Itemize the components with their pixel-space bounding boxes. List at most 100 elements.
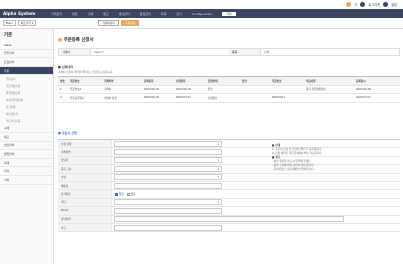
sidebar-item-label: 재고 — [4, 134, 10, 139]
column-header: 주문번호 — [272, 79, 282, 83]
radio-option[interactable]: 없음 — [126, 192, 136, 196]
column-header: 거래처명 — [104, 79, 114, 83]
sidebar-item[interactable]: 업무관리 › — [0, 50, 53, 59]
gear-icon[interactable] — [383, 2, 389, 7]
text-field[interactable] — [114, 149, 222, 156]
text-field[interactable] — [114, 182, 222, 189]
sidebar-item[interactable]: 생산관리 › — [0, 142, 53, 151]
topnav-item[interactable]: 재고 — [103, 12, 109, 16]
table-cell: 2020.06.18 — [144, 87, 159, 91]
column-header: 등록일자 — [144, 79, 154, 83]
chevron-down-icon: ▾ — [217, 158, 219, 163]
sidebar-item[interactable]: 기타 › — [0, 176, 53, 185]
chevron-down-icon: ▾ — [217, 141, 219, 146]
section-description: 거래처 신청서 내역을 확인하고 주문을 등록합니다. — [58, 71, 114, 74]
tab-order[interactable]: 주문관리 — [120, 20, 140, 26]
column-header: 담당 — [242, 79, 247, 83]
sidebar: 기준 Sales › 업무관리 › 요청관리 › 주문 주문등록 주문현황조회 발행현황조회 미지급… — [0, 29, 54, 264]
form-label: 수량 — [58, 173, 112, 181]
form-row: 수량 ▾ — [58, 173, 400, 182]
select-field[interactable]: ▾ — [114, 174, 222, 181]
sidebar-item-label: Sales — [4, 42, 12, 47]
search-input-2[interactable]: 검색 — [261, 49, 399, 55]
select-field[interactable]: ▾ — [114, 165, 222, 172]
util-logout[interactable]: 로그아웃 — [368, 2, 380, 7]
form-row: 기타 ▾ — [58, 198, 400, 208]
sidebar-subitem[interactable]: 주문현황조회 — [0, 82, 53, 89]
sidebar-item[interactable]: 재고 › — [0, 133, 53, 142]
section-title-history: ■ 신청내역 — [58, 65, 73, 69]
text-field[interactable] — [114, 207, 222, 214]
table-header-row: 번호 주문번호 거래처명 등록일자 신청일자 진행상태 담당 주문번호 적요사항 등록일시 — [58, 77, 400, 86]
form-row: 납기일자 있음 없음 — [58, 190, 400, 199]
util-user[interactable]: 가 — [354, 2, 357, 7]
page-title: ■ 주문등록 신청서 — [58, 37, 94, 43]
form-label: 납기일자 — [58, 190, 112, 198]
topnav-item[interactable]: 회계 — [161, 12, 167, 16]
chevron-right-icon: › — [48, 126, 50, 131]
logout-icon[interactable] — [360, 2, 366, 7]
text-field[interactable] — [114, 216, 344, 223]
form-row: 배송지 — [58, 181, 400, 191]
column-header: 등록일시 — [356, 79, 366, 83]
topnav-item[interactable]: 인사 — [176, 12, 182, 16]
topnav-item[interactable]: 영업 — [72, 12, 78, 16]
sidebar-item[interactable]: 요청관리 › — [0, 58, 53, 67]
topnav-item[interactable]: Configuration — [192, 12, 212, 16]
form-row: 첨부파일 — [58, 215, 400, 224]
topnav-item[interactable]: 구매 — [88, 12, 94, 16]
brand-logo[interactable]: Alpha System — [0, 11, 45, 16]
form-row: 비고 — [58, 223, 400, 233]
topnav-item[interactable]: 품질관리 — [140, 12, 151, 16]
topnav-item[interactable]: 기타 — [222, 11, 236, 16]
radio-group: 있음 없음 — [115, 192, 136, 196]
table-row[interactable]: 2 주문등록일시 거래처 분류 2020.06.18 2020.07.01 신청완료 202… — [58, 94, 400, 103]
chevron-down-icon: ▾ — [217, 200, 219, 205]
column-header: 진행상태 — [208, 79, 218, 83]
sidebar-item-label: 업무관리 — [4, 51, 15, 56]
section-title-apply: ■ 주문서 신청 — [58, 131, 77, 135]
sidebar-subitem[interactable]: 미지급발행현황 — [0, 96, 53, 103]
sidebar-item-label: 생산관리 — [4, 143, 15, 148]
sidebar-item[interactable]: 구매 › — [0, 124, 53, 133]
select-field[interactable]: ▾ — [114, 140, 222, 147]
select-field[interactable]: ▾ — [114, 157, 222, 164]
sidebar-subitem[interactable]: 주문관리조회 — [0, 117, 53, 124]
sidebar-item[interactable]: 회계 › — [0, 159, 53, 168]
topnav-item[interactable]: 거래관리 — [51, 12, 62, 16]
search-input[interactable]: Search — [91, 49, 229, 55]
shortcut-dropdown[interactable]: 바로가기 ▾ — [17, 20, 37, 26]
main-content: ■ 주문등록 신청서 거래처 Search 품목 검색 ■ 신청내역 거래처 신… — [55, 29, 401, 264]
sidebar-subitem[interactable]: 발행현황조회 — [0, 89, 53, 96]
sidebar-item[interactable]: 영업관리 › — [0, 150, 53, 159]
select-field[interactable]: ▾ — [114, 199, 222, 206]
table-cell: 신청완료 — [208, 96, 218, 100]
table-cell: 2020.06.18 — [356, 87, 371, 91]
sidebar-item[interactable]: 주문 — [0, 66, 53, 76]
form-row: Email — [58, 207, 400, 216]
tab-client[interactable]: 거래처관리 — [98, 20, 119, 26]
sidebar-item[interactable]: Sales › — [0, 41, 53, 50]
table-cell: 주문번호A — [70, 88, 82, 92]
topnav-item[interactable]: 생산관리 — [119, 12, 130, 16]
chevron-right-icon: › — [48, 51, 50, 56]
sidebar-subitem[interactable]: 세금계산서 — [0, 110, 53, 117]
utility-bar: 가 로그아웃 설정 — [0, 0, 403, 9]
text-field[interactable] — [114, 224, 222, 231]
form-label: 비고 — [58, 223, 112, 232]
util-settings[interactable]: 설정 — [391, 2, 397, 7]
table-cell: 1 — [60, 87, 62, 91]
chevron-right-icon: › — [48, 134, 50, 139]
main-button[interactable]: Main — [3, 20, 16, 26]
radio-label: 있음 — [119, 193, 124, 197]
notes-line: - 문의사항은 담당자에게 연락바랍니다. — [272, 168, 315, 171]
table-cell: 접수 — [208, 88, 213, 92]
notification-icon[interactable] — [346, 2, 352, 7]
sidebar-subitem[interactable]: 입금현황 — [0, 103, 53, 110]
table-cell: 주문등록일시 — [70, 96, 85, 100]
guide-notes: ■ 안내 1. 주문서 신청 후 담당자 확인 후 등록됩니다. 2. 신청 내… — [272, 144, 400, 172]
table-row[interactable]: 1 주문번호A 거래처 2020.06.18 2020.06.18 접수 품목 주문확인완료… — [58, 86, 400, 94]
radio-option[interactable]: 있음 — [115, 192, 124, 196]
sidebar-item[interactable]: 인사 › — [0, 167, 53, 176]
sidebar-subitem[interactable]: 주문등록 — [0, 75, 53, 82]
